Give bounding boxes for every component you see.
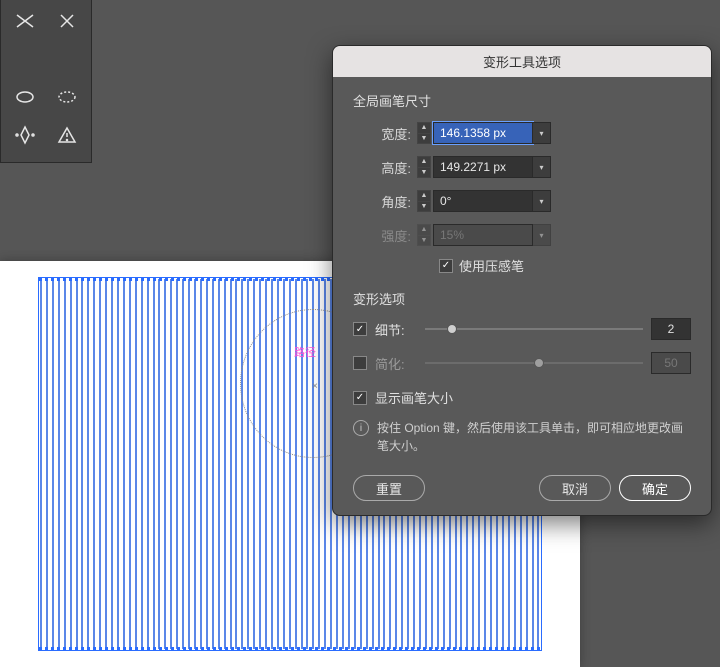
use-pressure-pen-row[interactable]: 使用压感笔: [439, 256, 691, 275]
simplify-checkbox[interactable]: [353, 356, 367, 370]
use-pressure-pen-label: 使用压感笔: [459, 256, 524, 275]
height-row: 高度: ▲▼ 149.2271 px ▾: [353, 154, 691, 180]
width-unit-dropdown[interactable]: ▾: [533, 122, 551, 144]
angle-stepper[interactable]: ▲▼: [417, 190, 431, 212]
ellipse-tool-icon[interactable]: [9, 82, 41, 112]
detail-row: 细节: 2: [353, 318, 691, 340]
width-stepper[interactable]: ▲▼: [417, 122, 431, 144]
detail-value[interactable]: 2: [651, 318, 691, 340]
width-label: 宽度:: [353, 124, 411, 143]
simplify-slider: [425, 356, 643, 370]
simplify-value: 50: [651, 352, 691, 374]
section-global-brush: 全局画笔尺寸: [353, 91, 691, 110]
dialog-title: 变形工具选项: [333, 46, 711, 77]
use-pressure-pen-checkbox[interactable]: [439, 259, 453, 273]
show-brush-size-label: 显示画笔大小: [375, 388, 453, 407]
intensity-row: 强度: ▲▼ 15% ▾: [353, 222, 691, 248]
ok-button[interactable]: 确定: [619, 475, 691, 501]
scissors-tool-icon[interactable]: [9, 6, 41, 36]
anchor-convert-tool-icon[interactable]: [9, 120, 41, 150]
width-input[interactable]: 146.1358 px: [433, 122, 533, 144]
simplify-label: 简化:: [375, 354, 417, 373]
dialog-button-row: 重置 取消 确定: [353, 475, 691, 501]
angle-input[interactable]: 0°: [433, 190, 533, 212]
close-icon[interactable]: [51, 6, 83, 36]
brush-cursor-label: 路径: [294, 344, 316, 360]
starburst-tool-icon[interactable]: [51, 82, 83, 112]
info-icon: i: [353, 420, 369, 436]
width-row: 宽度: ▲▼ 146.1358 px ▾: [353, 120, 691, 146]
height-input[interactable]: 149.2271 px: [433, 156, 533, 178]
simplify-row: 简化: 50: [353, 352, 691, 374]
intensity-label: 强度:: [353, 226, 411, 245]
height-unit-dropdown[interactable]: ▾: [533, 156, 551, 178]
warning-icon[interactable]: [51, 120, 83, 150]
info-row: i 按住 Option 键，然后使用该工具单击，即可相应地更改画笔大小。: [353, 419, 691, 455]
height-stepper[interactable]: ▲▼: [417, 156, 431, 178]
angle-dropdown[interactable]: ▾: [533, 190, 551, 212]
detail-label: 细节:: [375, 320, 417, 339]
cancel-button[interactable]: 取消: [539, 475, 611, 501]
detail-slider[interactable]: [425, 322, 643, 336]
intensity-input: 15%: [433, 224, 533, 246]
angle-label: 角度:: [353, 192, 411, 211]
reset-button[interactable]: 重置: [353, 475, 425, 501]
warp-tool-options-dialog: 变形工具选项 全局画笔尺寸 宽度: ▲▼ 146.1358 px ▾ 高度: ▲…: [332, 45, 712, 516]
show-brush-size-checkbox[interactable]: [353, 391, 367, 405]
intensity-stepper: ▲▼: [417, 224, 431, 246]
info-text: 按住 Option 键，然后使用该工具单击，即可相应地更改画笔大小。: [377, 419, 691, 455]
show-brush-size-row[interactable]: 显示画笔大小: [353, 388, 691, 407]
tool-palette: [0, 0, 92, 163]
height-label: 高度:: [353, 158, 411, 177]
detail-checkbox[interactable]: [353, 322, 367, 336]
angle-row: 角度: ▲▼ 0° ▾: [353, 188, 691, 214]
section-warp-options: 变形选项: [353, 289, 691, 308]
brush-cursor-cross: ×: [312, 383, 320, 391]
intensity-dropdown: ▾: [533, 224, 551, 246]
